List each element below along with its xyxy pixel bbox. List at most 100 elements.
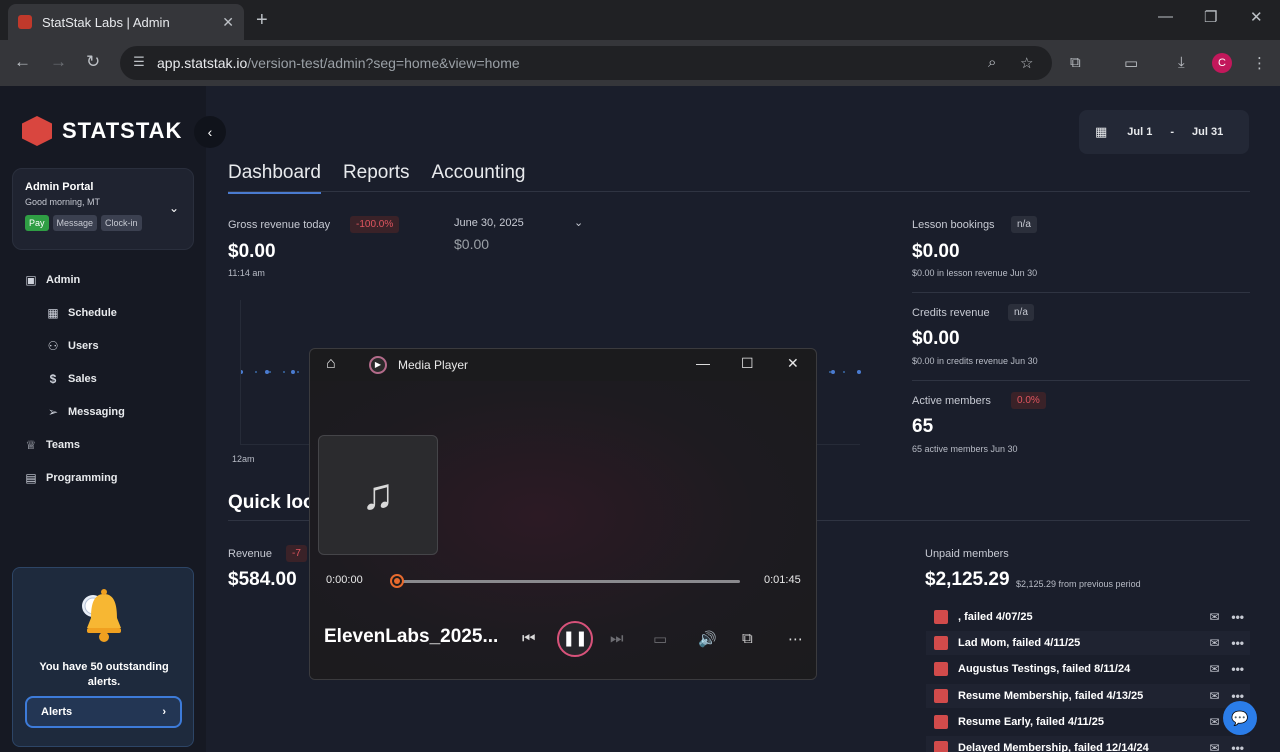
tab-close-icon[interactable]: ✕ [222, 14, 234, 31]
media-player-titlebar[interactable]: ⌂ ▶ Media Player — ☐ ✕ [310, 349, 816, 381]
media-player-title: Media Player [398, 358, 469, 372]
tab-divider [228, 191, 1250, 192]
minimize-window-icon[interactable]: — [1158, 8, 1173, 25]
sidebar-item-label: Teams [46, 439, 81, 451]
clock-in-button[interactable]: Clock-in [101, 215, 142, 231]
browser-tab[interactable]: StatStak Labs | Admin ✕ [8, 4, 244, 40]
portal-card[interactable]: Admin Portal Good morning, MT Pay Messag… [12, 168, 194, 250]
lesson-bookings-badge: n/a [1011, 216, 1037, 233]
mail-icon[interactable]: ✉ [1209, 610, 1219, 624]
profile-avatar[interactable]: C [1212, 53, 1232, 73]
captions-icon[interactable]: ▭ [653, 630, 667, 648]
users-icon: ⚇ [47, 339, 59, 353]
chevron-right-icon: › [162, 706, 166, 718]
more-icon[interactable]: ••• [1231, 610, 1244, 624]
sidebar-item-label: Schedule [68, 307, 117, 319]
list-item[interactable]: Resume Early, failed 4/11/25 ✉••• [926, 710, 1250, 734]
chevron-down-icon[interactable]: ⌄ [169, 201, 179, 215]
address-bar[interactable]: ☰ app.statstak.io/version-test/admin?seg… [120, 46, 1052, 80]
url-host: app.statstak.io [157, 55, 248, 71]
list-item[interactable]: Augustus Testings, failed 8/11/24 ✉ ••• [926, 657, 1250, 681]
menu-kebab-icon[interactable]: ⋮ [1252, 54, 1267, 72]
pay-button[interactable]: Pay [25, 215, 49, 231]
sidebar-item-users[interactable]: ⚇ Users [46, 339, 99, 353]
message-button[interactable]: Message [52, 215, 98, 231]
credits-revenue-value: $0.00 [912, 328, 960, 349]
list-item[interactable]: Resume Membership, failed 4/13/25 ✉ ••• [926, 684, 1250, 708]
revenue-label: Revenue [228, 548, 273, 560]
zoom-icon[interactable]: ⌕ [988, 54, 996, 71]
kpi-divider [912, 380, 1250, 381]
seek-thumb[interactable] [390, 574, 404, 588]
mail-icon[interactable]: ✉ [1209, 662, 1219, 676]
alerts-button[interactable]: Alerts › [25, 696, 182, 728]
mail-icon[interactable]: ✉ [1209, 741, 1219, 752]
more-options-icon[interactable]: ⋯ [788, 630, 803, 648]
site-info-icon[interactable]: ☰ [130, 54, 148, 72]
mini-player-icon[interactable]: ⧉ [742, 630, 753, 647]
revenue-value: $584.00 [228, 569, 297, 590]
mail-icon[interactable]: ✉ [1209, 689, 1219, 703]
next-icon[interactable]: ⏭ [610, 630, 624, 647]
previous-icon[interactable]: ⏮ [522, 630, 536, 647]
tab-accounting[interactable]: Accounting [431, 162, 525, 194]
tab-reports[interactable]: Reports [343, 162, 410, 194]
maximize-icon[interactable]: ☐ [741, 355, 754, 372]
duration-time: 0:01:45 [764, 574, 801, 586]
site-favicon-icon [18, 15, 32, 29]
sidebar-item-teams[interactable]: ♕ Teams [24, 438, 80, 452]
logo[interactable]: STATSTAK [22, 116, 182, 146]
browser-toolbar: ← → ↻ ☰ app.statstak.io/version-test/adm… [0, 40, 1280, 86]
status-square [934, 715, 948, 729]
compare-date[interactable]: June 30, 2025 [454, 217, 524, 229]
sidebar-item-programming[interactable]: ▤ Programming [24, 471, 117, 485]
sidebar-item-admin[interactable]: ▣ Admin [24, 273, 80, 287]
sidebar-item-sales[interactable]: $ Sales [46, 372, 97, 386]
pause-icon: ❚❚ [562, 630, 588, 647]
back-icon[interactable]: ← [14, 52, 31, 72]
active-members-label: Active members [912, 395, 991, 407]
compare-value: $0.00 [454, 236, 490, 252]
date-range-picker[interactable]: ▦ Jul 1 - Jul 31 [1079, 110, 1249, 154]
list-item[interactable]: Lad Mom, failed 4/11/25 ✉ ••• [926, 631, 1250, 655]
track-title: ElevenLabs_2025... [324, 626, 499, 647]
unpaid-member-name: Resume Membership, failed 4/13/25 [958, 690, 1144, 702]
home-icon[interactable]: ⌂ [326, 355, 336, 373]
seek-bar[interactable] [394, 580, 740, 583]
extensions-icon[interactable]: ⧉ [1070, 54, 1081, 71]
restore-window-icon[interactable]: ❐ [1204, 8, 1217, 26]
more-icon[interactable]: ••• [1231, 636, 1244, 650]
chevron-down-icon[interactable]: ⌄ [574, 216, 583, 229]
lesson-bookings-value: $0.00 [912, 241, 960, 262]
new-tab-button[interactable]: + [256, 9, 268, 32]
chat-bubble-icon[interactable]: 💬 [1223, 701, 1257, 735]
close-icon[interactable]: ✕ [787, 355, 799, 372]
mail-icon[interactable]: ✉ [1209, 636, 1219, 650]
statstak-logo-icon [22, 116, 52, 146]
close-window-icon[interactable]: ✕ [1250, 8, 1263, 26]
more-icon[interactable]: ••• [1231, 662, 1244, 676]
sidebar-item-schedule[interactable]: ▦ Schedule [46, 306, 117, 320]
unpaid-member-name: Delayed Membership, failed 12/14/24 [958, 742, 1149, 752]
mail-icon[interactable]: ✉ [1209, 715, 1219, 729]
tab-dashboard[interactable]: Dashboard [228, 162, 321, 194]
reload-icon[interactable]: ↻ [86, 52, 100, 72]
list-item[interactable]: , failed 4/07/25 ✉ ••• [926, 605, 1250, 629]
list-item[interactable]: Delayed Membership, failed 12/14/24 ✉ ••• [926, 736, 1250, 752]
briefcase-icon: ▣ [25, 273, 37, 287]
media-player-window[interactable]: ⌂ ▶ Media Player — ☐ ✕ ♫ 0:00:00 0:01:45… [309, 348, 817, 680]
download-icon[interactable]: ⤓ [1178, 54, 1185, 71]
browser-tab-bar: StatStak Labs | Admin ✕ + — ❐ ✕ [0, 0, 1280, 40]
forward-icon[interactable]: → [50, 52, 67, 72]
minimize-icon[interactable]: — [696, 355, 710, 371]
unpaid-member-name: Resume Early, failed 4/11/25 [958, 716, 1104, 728]
more-icon[interactable]: ••• [1231, 741, 1244, 752]
cast-icon[interactable]: ▭ [1124, 54, 1138, 72]
pause-button[interactable]: ❚❚ [557, 621, 593, 657]
sidebar: STATSTAK Admin Portal Good morning, MT P… [0, 86, 206, 752]
volume-icon[interactable]: 🔊 [698, 630, 717, 648]
bookmark-star-icon[interactable]: ☆ [1020, 54, 1033, 72]
status-square [934, 689, 948, 703]
unpaid-member-name: Lad Mom, failed 4/11/25 [958, 637, 1081, 649]
sidebar-item-messaging[interactable]: ➢ Messaging [46, 405, 125, 419]
